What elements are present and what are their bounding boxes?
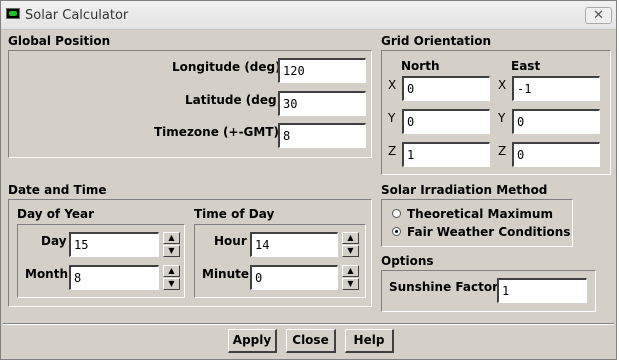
month-field[interactable]: 8 [69,265,159,290]
spin-up-icon[interactable]: ▲ [342,232,359,244]
minute-field[interactable]: 0 [250,265,338,290]
day-spinner[interactable]: ▲ ▼ [163,232,180,257]
fair-weather-label[interactable]: Fair Weather Conditions [407,225,570,239]
fair-weather-radio[interactable] [392,227,401,236]
month-spinner[interactable]: ▲ ▼ [163,265,180,290]
theoretical-maximum-radio[interactable] [392,209,401,218]
close-button[interactable]: Close [286,329,336,353]
minute-spinner[interactable]: ▲ ▼ [342,265,359,290]
north-label: North [401,59,440,73]
latitude-field[interactable]: 30 [278,91,366,116]
north-z-axis-label: Z [388,144,397,158]
longitude-field[interactable]: 120 [278,58,366,83]
hour-field[interactable]: 14 [250,232,338,257]
north-y-axis-label: Y [388,111,396,125]
timezone-label: Timezone (+-GMT) [154,125,280,139]
options-heading: Options [381,254,434,268]
window-title: Solar Calculator [25,8,129,23]
radio-selected-dot [395,230,398,233]
global-position-heading: Global Position [8,34,111,48]
day-label: Day [41,234,67,248]
east-z-axis-label: Z [498,144,507,158]
help-button[interactable]: Help [345,329,394,353]
sunshine-factor-field[interactable]: 1 [497,278,587,303]
longitude-label: Longitude (deg) [172,60,281,74]
latitude-label: Latitude (deg) [185,93,283,107]
spin-down-icon[interactable]: ▼ [342,278,359,290]
app-icon [6,8,20,19]
east-x-axis-label: X [498,78,507,92]
spin-down-icon[interactable]: ▼ [163,278,180,290]
title-bar[interactable]: Solar Calculator ✕ [1,1,616,30]
day-of-year-heading: Day of Year [17,207,95,221]
spin-up-icon[interactable]: ▲ [163,232,180,244]
spin-down-icon[interactable]: ▼ [342,245,359,257]
east-y-field[interactable]: 0 [512,109,600,134]
east-x-field[interactable]: -1 [512,76,600,101]
theoretical-maximum-label[interactable]: Theoretical Maximum [407,207,553,221]
grid-orientation-heading: Grid Orientation [381,34,492,48]
north-x-field[interactable]: 0 [402,76,490,101]
window-close-button[interactable]: ✕ [585,7,612,24]
solar-calculator-dialog: Solar Calculator ✕ Global Position Longi… [0,0,617,360]
solar-irradiation-heading: Solar Irradiation Method [381,183,548,197]
east-z-field[interactable]: 0 [512,142,600,167]
button-separator [3,323,614,325]
hour-spinner[interactable]: ▲ ▼ [342,232,359,257]
apply-button[interactable]: Apply [228,329,277,353]
date-and-time-heading: Date and Time [8,183,107,197]
north-y-field[interactable]: 0 [402,109,490,134]
month-label: Month [25,267,69,281]
day-field[interactable]: 15 [69,232,159,257]
hour-label: Hour [214,234,247,248]
sunshine-factor-label: Sunshine Factor [389,280,498,294]
minute-label: Minute [202,267,250,281]
timezone-field[interactable]: 8 [278,123,366,148]
spin-up-icon[interactable]: ▲ [342,265,359,277]
north-x-axis-label: X [388,78,397,92]
spin-up-icon[interactable]: ▲ [163,265,180,277]
time-of-day-heading: Time of Day [194,207,275,221]
east-y-axis-label: Y [498,111,506,125]
spin-down-icon[interactable]: ▼ [163,245,180,257]
north-z-field[interactable]: 1 [402,142,490,167]
east-label: East [511,59,541,73]
